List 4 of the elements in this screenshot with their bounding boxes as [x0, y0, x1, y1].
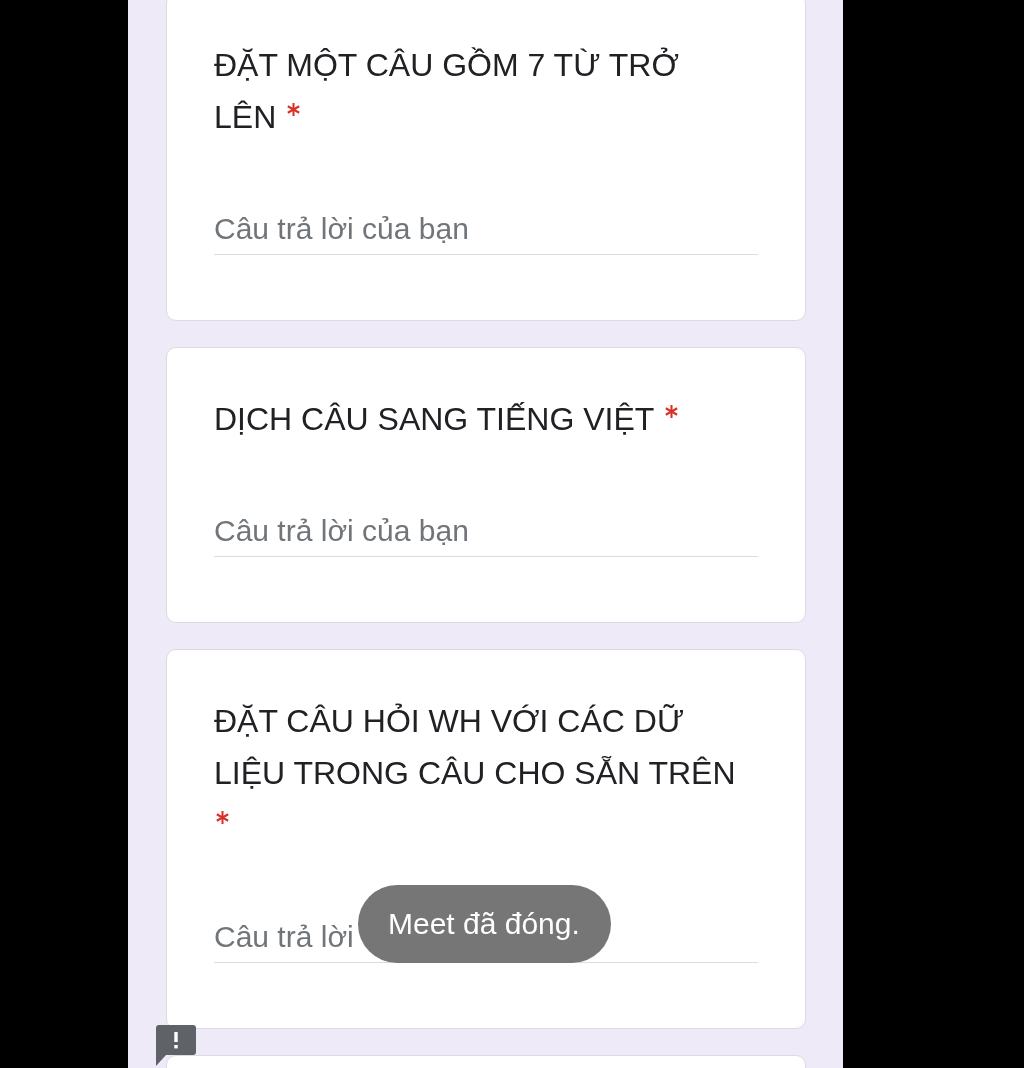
question-title: DỊCH CÂU SANG TIẾNG VIỆT [214, 401, 654, 437]
question-title: ĐẶT MỘT CÂU GỒM 7 TỪ TRỞ LÊN [214, 47, 679, 135]
notification-toast: Meet đã đóng. [358, 885, 611, 963]
question-title: ĐẶT CÂU HỎI WH VỚI CÁC DỮ LIỆU TRONG CÂU CHO SẴN TRÊN [214, 703, 736, 791]
